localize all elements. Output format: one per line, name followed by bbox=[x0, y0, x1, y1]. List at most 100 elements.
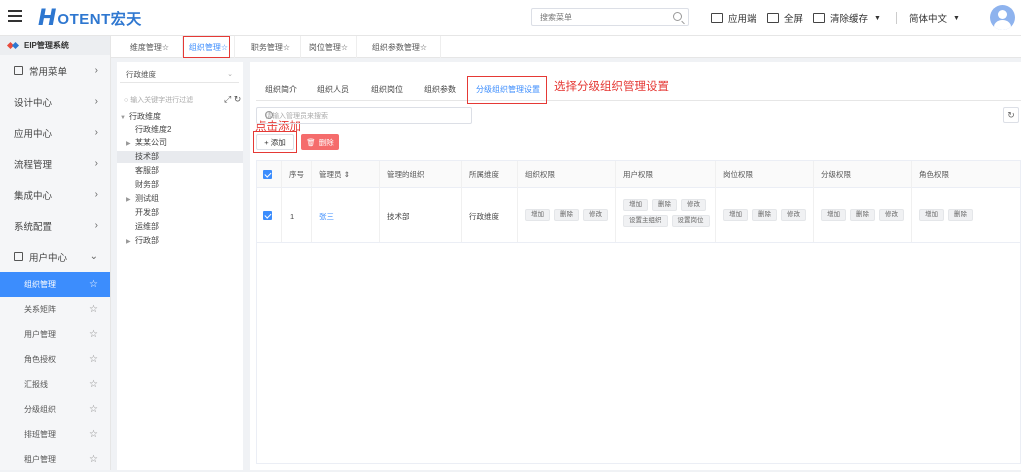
star-icon[interactable]: ☆ bbox=[89, 429, 98, 440]
refresh-icon[interactable]: ↻ bbox=[234, 94, 242, 104]
chevron-right-icon: › bbox=[94, 65, 98, 76]
tab-job[interactable]: 职务管理☆ bbox=[241, 36, 301, 58]
page-tabs: 维度管理☆ 组织管理☆ 职务管理☆ 岗位管理☆ 组织参数管理☆ bbox=[111, 36, 1021, 58]
system-title[interactable]: EIP管理系统 bbox=[0, 36, 110, 55]
tree-tools: ⤢ ↻ bbox=[224, 94, 241, 105]
language-select[interactable]: 简体中文 ▼ bbox=[909, 11, 960, 25]
subtab-params[interactable]: 组织参数 bbox=[416, 78, 464, 100]
tree-node[interactable]: 财务部 bbox=[117, 179, 243, 191]
perm-tag: 删除 bbox=[850, 209, 875, 221]
star-icon[interactable]: ☆ bbox=[89, 329, 98, 340]
chevron-right-icon: › bbox=[94, 158, 98, 169]
subtab-intro[interactable]: 组织简介 bbox=[258, 78, 304, 100]
refresh-icon: ↻ bbox=[1007, 110, 1015, 120]
perm-tag: 增加 bbox=[723, 209, 748, 221]
menu-search[interactable] bbox=[531, 8, 689, 26]
tree-node[interactable]: ▶ 行政部 bbox=[117, 235, 243, 247]
perm-tag: 删除 bbox=[948, 209, 973, 221]
fullscreen-button[interactable]: 全屏 bbox=[767, 11, 803, 25]
caret-right-icon: ▶ bbox=[126, 239, 131, 245]
perm-tag: 删除 bbox=[752, 209, 777, 221]
sort-icon[interactable]: ⇕ bbox=[344, 170, 350, 179]
tree-node[interactable]: ▶ 测试组 bbox=[117, 193, 243, 205]
menu-flow[interactable]: 流程管理 › bbox=[0, 148, 110, 179]
tree-node[interactable]: 行政维度2 bbox=[117, 124, 243, 136]
star-icon[interactable]: ☆ bbox=[89, 354, 98, 365]
tree-node[interactable]: 客服部 bbox=[117, 165, 243, 177]
sidebar: EIP管理系统 常用菜单 › 设计中心 › 应用中心 › 流程管理 › 集成中心… bbox=[0, 36, 111, 470]
tab-post[interactable]: 岗位管理☆ bbox=[301, 36, 357, 58]
tree-node[interactable]: ▼ 行政维度 bbox=[117, 111, 243, 123]
fullscreen-icon bbox=[767, 13, 779, 23]
delete-button[interactable]: 🗑 删除 bbox=[301, 134, 339, 150]
admin-name-link[interactable]: 张三 bbox=[319, 189, 334, 243]
chevron-right-icon: › bbox=[94, 96, 98, 107]
avatar[interactable] bbox=[990, 5, 1015, 30]
star-icon[interactable]: ☆ bbox=[89, 379, 98, 390]
submenu-matrix[interactable]: 关系矩阵 ☆ bbox=[0, 297, 110, 322]
tree-node[interactable]: 技术部 bbox=[117, 151, 243, 163]
highlight-grade-tab bbox=[467, 76, 547, 104]
perm-tag: 修改 bbox=[781, 209, 806, 221]
search-icon[interactable] bbox=[673, 12, 682, 21]
table-row[interactable]: 1 张三 技术部 行政维度 增加 删除 修改 增加 删除 修改 设置主组织 设置… bbox=[257, 189, 1020, 243]
post-perms: 增加 删除 修改 bbox=[723, 209, 823, 221]
admin-column-header[interactable]: 管理员 ⇕ bbox=[319, 161, 350, 188]
tab-dimension[interactable]: 维度管理☆ bbox=[117, 36, 183, 58]
trash-icon: 🗑 bbox=[306, 137, 316, 147]
monitor-icon bbox=[711, 13, 723, 23]
app-end-button[interactable]: 应用端 bbox=[711, 11, 757, 25]
org-perms: 增加 删除 修改 bbox=[525, 209, 625, 221]
expand-icon[interactable]: ⤢ bbox=[224, 94, 231, 104]
admin-search[interactable]: 请输入管理员来搜索 bbox=[256, 107, 472, 124]
menu-system[interactable]: 系统配置 › bbox=[0, 210, 110, 241]
perm-tag: 设置主组织 bbox=[623, 215, 668, 227]
tab-org-params[interactable]: 组织参数管理☆ bbox=[359, 36, 441, 58]
dimension-select[interactable]: 行政维度 ⌄ bbox=[120, 67, 239, 83]
submenu-report-line[interactable]: 汇报线 ☆ bbox=[0, 372, 110, 397]
top-bar: H OTENT宏天 应用端 全屏 清除缓存 ▼ 简体中文 ▼ bbox=[0, 0, 1021, 36]
user-perms: 增加 删除 修改 设置主组织 设置岗位 bbox=[623, 199, 713, 227]
star-icon[interactable]: ☆ bbox=[89, 304, 98, 315]
toolbar-divider bbox=[896, 12, 897, 24]
row-checkbox[interactable] bbox=[263, 211, 272, 220]
menu-toggle-icon[interactable] bbox=[8, 10, 22, 24]
tree-node[interactable]: 开发部 bbox=[117, 207, 243, 219]
broom-icon bbox=[813, 13, 825, 23]
menu-integration[interactable]: 集成中心 › bbox=[0, 179, 110, 210]
subtab-posts[interactable]: 组织岗位 bbox=[362, 78, 412, 100]
tree-filter-input[interactable]: ○ 输入关键字进行过滤 bbox=[122, 94, 222, 108]
refresh-button[interactable]: ↻ bbox=[1003, 107, 1019, 123]
select-all-checkbox[interactable] bbox=[263, 170, 272, 179]
menu-common[interactable]: 常用菜单 › bbox=[0, 55, 110, 86]
tree-node[interactable]: ▶ 某某公司 bbox=[117, 137, 243, 149]
chevron-down-icon: ⌄ bbox=[227, 71, 233, 78]
caret-right-icon: ▶ bbox=[126, 197, 131, 203]
chevron-right-icon: › bbox=[94, 220, 98, 231]
chevron-right-icon: › bbox=[94, 189, 98, 200]
search-icon[interactable] bbox=[265, 111, 273, 119]
submenu-role[interactable]: 角色授权 ☆ bbox=[0, 347, 110, 372]
chevron-down-icon: ⌄ bbox=[89, 251, 98, 262]
caret-right-icon: ▶ bbox=[126, 141, 131, 147]
submenu-org[interactable]: 组织管理 ☆ bbox=[0, 272, 110, 297]
submenu-user[interactable]: 用户管理 ☆ bbox=[0, 322, 110, 347]
subtab-members[interactable]: 组织人员 bbox=[308, 78, 358, 100]
role-perms: 增加 删除 bbox=[919, 209, 1019, 221]
perm-tag: 删除 bbox=[554, 209, 579, 221]
menu-design[interactable]: 设计中心 › bbox=[0, 86, 110, 117]
star-icon[interactable]: ☆ bbox=[89, 454, 98, 465]
submenu-tenant[interactable]: 租户管理 ☆ bbox=[0, 447, 110, 472]
menu-user-center[interactable]: 用户中心 ⌄ bbox=[0, 241, 110, 272]
submenu-schedule[interactable]: 排班管理 ☆ bbox=[0, 422, 110, 447]
perm-tag: 修改 bbox=[879, 209, 904, 221]
menu-app[interactable]: 应用中心 › bbox=[0, 117, 110, 148]
clear-cache-button[interactable]: 清除缓存 ▼ bbox=[813, 11, 881, 25]
menu-search-input[interactable] bbox=[532, 9, 662, 25]
star-icon[interactable]: ☆ bbox=[89, 279, 98, 290]
perm-tag: 增加 bbox=[919, 209, 944, 221]
submenu-grade-org[interactable]: 分级组织 ☆ bbox=[0, 397, 110, 422]
subtab-divider bbox=[256, 100, 1021, 101]
tree-node[interactable]: 运维部 bbox=[117, 221, 243, 233]
star-icon[interactable]: ☆ bbox=[89, 404, 98, 415]
